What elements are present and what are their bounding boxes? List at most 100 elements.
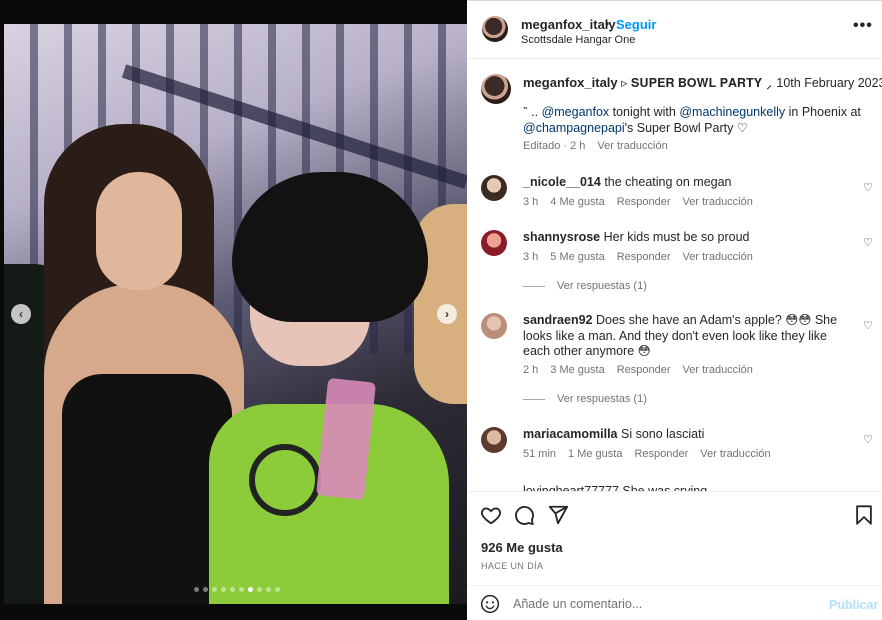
comment-text: sandraen92 Does she have an Adam's apple… [523,313,843,360]
like-comment-heart-icon[interactable]: ♡ [863,319,873,332]
comment-time: 2 h [523,364,539,376]
like-comment-heart-icon[interactable]: ♡ [863,181,873,194]
post-photo[interactable] [4,24,467,604]
caption-prefix: ‶ .. [523,105,542,119]
comment-body: the cheating on megan [604,175,732,189]
caption-text-part: tonight with [609,105,680,119]
carousel-next-button[interactable]: › [437,304,457,324]
partially-visible-comment: lovingheart77777 She was crying [523,484,708,491]
commenter-username[interactable]: sandraen92 [523,313,592,327]
caption-text: ‶ .. @meganfox tonight with @machinegunk… [523,104,863,136]
translate-link[interactable]: Ver traducción [700,448,770,460]
mention-link[interactable]: @champagnepapi [523,121,625,135]
follow-button[interactable]: Seguir [616,17,656,32]
view-replies-label: Ver respuestas (1) [557,393,647,405]
comment-composer: Publicar [467,585,882,620]
caption-username[interactable]: meganfox_italy [523,75,618,90]
comment-time: 3 h [523,251,539,263]
comment-likes[interactable]: 4 Me gusta [550,196,604,208]
comments-list[interactable]: meganfox_italy ▹ 𝐒𝐔𝐏𝐄𝐑 𝐁𝐎𝐖𝐋 𝐏𝐀𝐑𝐓𝐘 ⸝ 10th… [467,61,882,491]
emoji-icon[interactable] [480,594,500,614]
comment-likes[interactable]: 1 Me gusta [568,448,622,460]
commenter-avatar[interactable] [481,175,507,201]
comment-time: 3 h [523,196,539,208]
comment-meta: 51 min 1 Me gusta Responder Ver traducci… [523,448,771,460]
carousel-dot [203,587,208,592]
author-avatar[interactable] [482,16,508,42]
mention-link[interactable]: @meganfox [542,105,610,119]
commenter-username[interactable]: _nicole__014 [523,175,601,189]
replies-divider [523,398,545,400]
photo-woman-dress [62,374,232,604]
view-replies-button[interactable]: Ver respuestas (1) [523,393,647,405]
view-replies-label: Ver respuestas (1) [557,280,647,292]
more-options-icon[interactable]: ••• [853,17,873,35]
comment-meta: 3 h 5 Me gusta Responder Ver traducción [523,251,753,263]
share-paper-plane-icon[interactable] [547,504,569,526]
caption-text-part: in Phoenix at [785,105,861,119]
comment-text: shannysrose Her kids must be so proud [523,230,843,246]
likes-count[interactable]: 926 Me gusta [481,540,563,555]
comment-body: Her kids must be so proud [603,230,750,244]
carousel-dot [239,587,244,592]
author-username[interactable]: meganfox_italy [521,17,616,32]
post-side-panel: meganfox_italy • Seguir Scottsdale Hanga… [467,0,882,620]
caption-edited: Editado · 2 h [523,140,586,152]
caption-event: ▹ 𝐒𝐔𝐏𝐄𝐑 𝐁𝐎𝐖𝐋 𝐏𝐀𝐑𝐓𝐘 ⸝ 10th February 2023 [621,76,882,90]
carousel-dot [230,587,235,592]
reply-button[interactable]: Responder [634,448,688,460]
caption-avatar[interactable] [481,74,511,104]
comment-meta: 3 h 4 Me gusta Responder Ver traducción [523,196,753,208]
carousel-dot [266,587,271,592]
photo-woman-face [96,172,182,290]
post-location[interactable]: Scottsdale Hangar One [521,34,635,46]
carousel-dot [212,587,217,592]
comment-input[interactable] [513,594,813,614]
carousel-dot [194,587,199,592]
comment-likes[interactable]: 5 Me gusta [550,251,604,263]
like-comment-heart-icon[interactable]: ♡ [863,236,873,249]
comment-bubble-icon[interactable] [513,504,535,526]
post-photo-area: ‹ › [0,0,467,620]
commenter-avatar[interactable] [481,313,507,339]
mention-link[interactable]: @machinegunkelly [679,105,785,119]
carousel-prev-button[interactable]: ‹ [11,304,31,324]
commenter-avatar[interactable] [481,427,507,453]
comment-text: _nicole__014 the cheating on megan [523,175,843,191]
like-heart-icon[interactable] [480,504,502,526]
translate-link[interactable]: Ver traducción [683,251,753,263]
carousel-dot [248,587,253,592]
translate-link[interactable]: Ver traducción [683,364,753,376]
header-separator: • [605,17,610,31]
caption-text-part: 's Super Bowl Party ♡ [624,121,749,135]
commenter-username[interactable]: mariacamomilla [523,427,618,441]
view-replies-button[interactable]: Ver respuestas (1) [523,280,647,292]
caption-translate-link[interactable]: Ver traducción [597,140,667,152]
comment-likes[interactable]: 3 Me gusta [550,364,604,376]
carousel-dot [221,587,226,592]
carousel-indicator [194,587,280,592]
post-date: HACE UN DÍA [481,561,544,571]
comment-meta: 2 h 3 Me gusta Responder Ver traducción [523,364,753,376]
chevron-left-icon: ‹ [19,307,23,321]
carousel-dot [275,587,280,592]
photo-man-hat [232,172,428,322]
reply-button[interactable]: Responder [617,364,671,376]
reply-button[interactable]: Responder [617,251,671,263]
reply-button[interactable]: Responder [617,196,671,208]
caption-meta: Editado · 2 h Ver traducción [523,140,668,152]
post-header: meganfox_italy • Seguir Scottsdale Hanga… [467,1,882,59]
comment-time: 51 min [523,448,557,460]
commenter-username[interactable]: shannysrose [523,230,600,244]
chevron-right-icon: › [445,307,449,321]
like-comment-heart-icon[interactable]: ♡ [863,433,873,446]
replies-divider [523,285,545,287]
comment-text: mariacamomilla Si sono lasciati [523,427,843,443]
comment-body: Si sono lasciati [620,427,705,441]
translate-link[interactable]: Ver traducción [683,196,753,208]
caption-header: meganfox_italy ▹ 𝐒𝐔𝐏𝐄𝐑 𝐁𝐎𝐖𝐋 𝐏𝐀𝐑𝐓𝐘 ⸝ 10th… [523,75,882,91]
publish-button[interactable]: Publicar [829,598,878,612]
post-actions: 926 Me gusta HACE UN DÍA [467,491,882,585]
commenter-avatar[interactable] [481,230,507,256]
save-bookmark-icon[interactable] [853,504,875,526]
